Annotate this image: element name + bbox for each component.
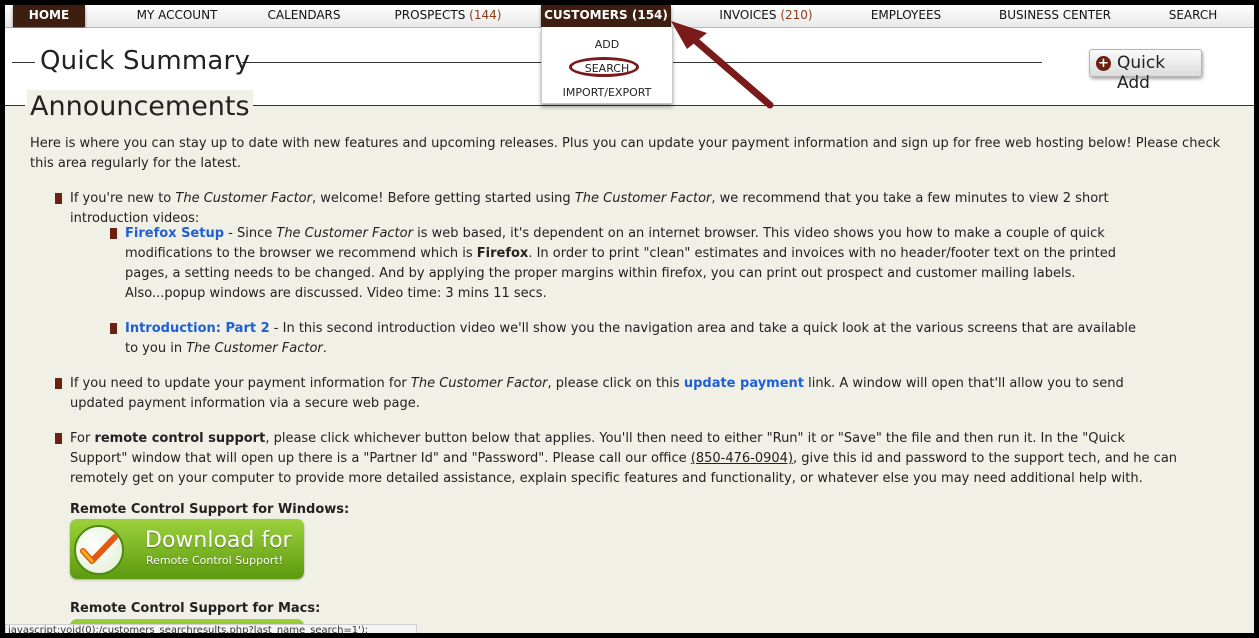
download-subtitle: Remote Control Support! xyxy=(146,554,284,567)
page-title: Quick Summary xyxy=(40,46,251,76)
windows-support-label: Remote Control Support for Windows: xyxy=(70,502,350,517)
payment-text: If you need to update your payment infor… xyxy=(70,376,1124,411)
nav-search[interactable]: SEARCH xyxy=(1165,5,1221,27)
dropdown-add[interactable]: ADD xyxy=(542,38,672,51)
bullet-icon xyxy=(55,433,62,444)
bullet-icon xyxy=(110,323,117,334)
checkmark-icon xyxy=(74,525,124,575)
quick-add-label: Quick Add xyxy=(1117,53,1166,93)
remote-support-text: For remote control support, please click… xyxy=(70,431,1178,486)
intro2-text: Introduction: Part 2 - In this second in… xyxy=(125,321,1137,356)
divider xyxy=(5,105,25,106)
nav-employees[interactable]: EMPLOYEES xyxy=(865,5,947,27)
nav-customers[interactable]: CUSTOMERS (154) xyxy=(541,5,671,27)
app-window: HOME MY ACCOUNT CALENDARS PROSPECTS (144… xyxy=(5,5,1254,633)
invoices-count: (210) xyxy=(780,8,813,22)
new-user-text: If you're new to The Customer Factor, we… xyxy=(70,191,1109,226)
top-nav: HOME MY ACCOUNT CALENDARS PROSPECTS (144… xyxy=(5,5,1254,28)
mac-support-label: Remote Control Support for Macs: xyxy=(70,601,321,616)
phone-number[interactable]: (850-476-0904) xyxy=(691,451,793,466)
nav-my-account[interactable]: MY ACCOUNT xyxy=(117,5,237,27)
intro-text: Here is where you can stay up to date wi… xyxy=(30,136,1221,171)
status-bar: javascript:void(0);/customers_searchresu… xyxy=(5,624,417,633)
nav-invoices[interactable]: INVOICES (210) xyxy=(717,5,815,27)
bullet-icon xyxy=(55,378,62,389)
dropdown-import-export[interactable]: IMPORT/EXPORT xyxy=(542,86,672,99)
highlight-circle xyxy=(569,57,639,77)
bullet-icon xyxy=(55,193,62,204)
nav-home[interactable]: HOME xyxy=(13,5,85,27)
divider xyxy=(245,105,1254,106)
customers-dropdown: ADD SEARCH IMPORT/EXPORT xyxy=(541,27,673,104)
download-windows-button[interactable]: Download for Remote Control Support! xyxy=(70,519,304,579)
firefox-setup-link[interactable]: Firefox Setup xyxy=(125,226,224,241)
prospects-count: (144) xyxy=(469,8,502,22)
bullet-icon xyxy=(110,228,117,239)
nav-prospects[interactable]: PROSPECTS (144) xyxy=(393,5,503,27)
announcements-heading: Announcements xyxy=(27,90,253,124)
customers-count: (154) xyxy=(631,8,668,22)
nav-calendars[interactable]: CALENDARS xyxy=(263,5,345,27)
divider xyxy=(12,62,35,63)
update-payment-link[interactable]: update payment xyxy=(684,376,804,391)
nav-business-center[interactable]: BUSINESS CENTER xyxy=(991,5,1119,27)
introduction-part2-link[interactable]: Introduction: Part 2 xyxy=(125,321,270,336)
plus-icon: + xyxy=(1096,56,1111,71)
download-title: Download for xyxy=(145,528,292,553)
firefox-text: Firefox Setup - Since The Customer Facto… xyxy=(125,226,1117,301)
quick-add-button[interactable]: + Quick Add xyxy=(1089,49,1202,93)
